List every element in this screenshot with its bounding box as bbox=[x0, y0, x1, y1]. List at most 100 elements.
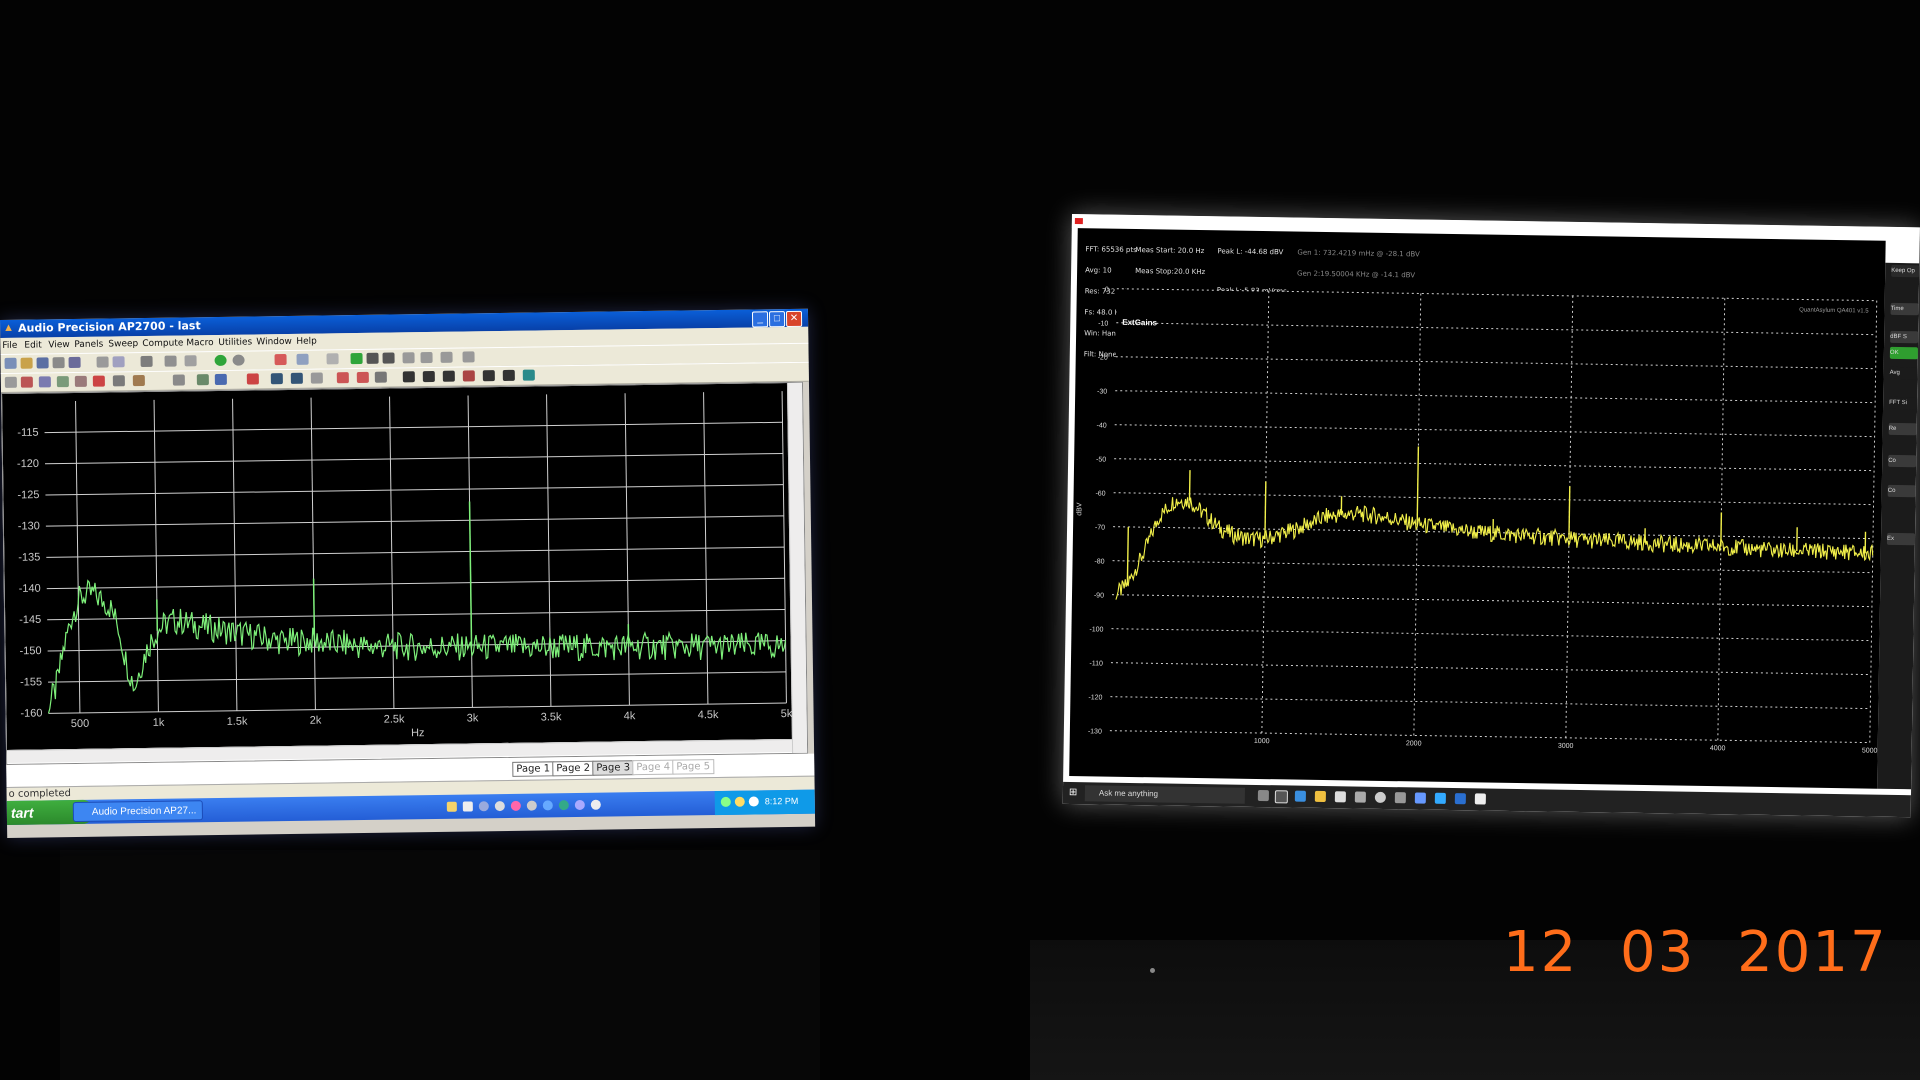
chart-icon[interactable] bbox=[296, 353, 309, 365]
run-button[interactable]: Re bbox=[1888, 422, 1917, 436]
edge-icon[interactable] bbox=[558, 800, 569, 811]
maximize-button[interactable]: □ bbox=[768, 311, 786, 328]
tab-page-5[interactable]: Page 5 bbox=[672, 759, 715, 775]
tool-icon[interactable] bbox=[1394, 792, 1406, 804]
menu-macro[interactable]: Macro bbox=[186, 338, 213, 348]
sweep-icon[interactable] bbox=[74, 375, 87, 387]
file-explorer-icon[interactable] bbox=[1314, 790, 1326, 803]
export-button[interactable]: Ex bbox=[1886, 532, 1916, 546]
menu-panels[interactable]: Panels bbox=[74, 340, 103, 350]
cortana-search-box[interactable]: Ask me anything bbox=[1084, 785, 1246, 804]
paint-icon[interactable] bbox=[510, 800, 521, 811]
store-icon[interactable] bbox=[1334, 791, 1346, 803]
avg-knob-label[interactable]: Avg bbox=[1889, 366, 1918, 380]
menu-window[interactable]: Window bbox=[256, 337, 292, 347]
config-button[interactable]: Co bbox=[1888, 454, 1917, 468]
photos-icon[interactable] bbox=[1434, 792, 1446, 804]
dsp-icon[interactable] bbox=[132, 374, 145, 387]
tab-page-3[interactable]: Page 3 bbox=[592, 760, 635, 776]
play-icon[interactable] bbox=[350, 352, 363, 365]
red-graph-icon[interactable] bbox=[462, 370, 475, 382]
tree-icon[interactable] bbox=[196, 374, 209, 386]
graph-icon[interactable] bbox=[172, 374, 185, 386]
stop-icon[interactable] bbox=[382, 352, 395, 364]
ok-indicator[interactable]: OK bbox=[1889, 346, 1919, 360]
dbfs-button[interactable]: dBF S bbox=[1890, 330, 1919, 344]
black-graph3-icon[interactable] bbox=[442, 370, 455, 382]
app-blue-icon[interactable] bbox=[1414, 792, 1426, 804]
menu-edit[interactable]: Edit bbox=[24, 340, 42, 350]
network-tray-icon[interactable] bbox=[720, 796, 731, 807]
pause-icon[interactable] bbox=[366, 352, 379, 364]
scope-icon[interactable] bbox=[356, 371, 369, 384]
document-app-icon[interactable] bbox=[1474, 793, 1486, 805]
camera-icon[interactable] bbox=[590, 799, 601, 810]
keep-op-button[interactable]: Keep Op bbox=[1891, 264, 1920, 278]
settings-app-icon[interactable] bbox=[1354, 791, 1366, 803]
digital-icon[interactable] bbox=[112, 375, 125, 387]
minimize-button[interactable]: _ bbox=[751, 311, 769, 328]
go-icon[interactable] bbox=[214, 354, 227, 367]
stop-circle-icon[interactable] bbox=[232, 354, 245, 366]
export-icon[interactable] bbox=[374, 371, 387, 383]
black-graph4-icon[interactable] bbox=[482, 370, 495, 382]
disk-icon[interactable] bbox=[68, 356, 81, 369]
edge-browser-icon[interactable] bbox=[1294, 790, 1306, 802]
mic-icon[interactable] bbox=[1257, 789, 1269, 802]
open-icon[interactable] bbox=[20, 357, 33, 369]
save-icon[interactable] bbox=[36, 357, 49, 369]
menu-utilities[interactable]: Utilities bbox=[218, 337, 252, 347]
black-graph-icon[interactable] bbox=[402, 371, 415, 383]
windows-icon[interactable]: ⊞ bbox=[1069, 787, 1080, 798]
folder-icon[interactable] bbox=[446, 801, 457, 812]
paste-icon[interactable] bbox=[164, 355, 177, 367]
upload-icon[interactable] bbox=[290, 372, 303, 384]
clipboard-icon[interactable] bbox=[184, 355, 197, 367]
taskbar-item-audio-precision[interactable]: Audio Precision AP27... bbox=[72, 800, 204, 823]
media-icon[interactable] bbox=[478, 801, 489, 812]
settings-icon[interactable] bbox=[326, 353, 339, 365]
chrome-browser-icon[interactable] bbox=[1374, 791, 1386, 804]
ie-icon[interactable] bbox=[542, 800, 553, 811]
document-icon[interactable] bbox=[462, 801, 473, 812]
black-graph2-icon[interactable] bbox=[422, 370, 435, 383]
menu-file[interactable]: File bbox=[2, 341, 17, 351]
download-icon[interactable] bbox=[270, 373, 283, 385]
flag-icon[interactable] bbox=[246, 373, 259, 385]
macro-icon[interactable] bbox=[440, 351, 453, 363]
tab-page-4[interactable]: Page 4 bbox=[632, 759, 675, 776]
clock-tray-icon[interactable] bbox=[748, 796, 759, 807]
list-icon[interactable] bbox=[310, 372, 323, 384]
waveform-app-icon[interactable] bbox=[1454, 793, 1466, 805]
undo-icon[interactable] bbox=[140, 355, 153, 368]
volume-tray-icon[interactable] bbox=[734, 796, 745, 807]
link-icon[interactable] bbox=[420, 351, 433, 364]
tab-page-2[interactable]: Page 2 bbox=[552, 760, 595, 777]
tools-icon[interactable] bbox=[462, 351, 475, 363]
copy-icon[interactable] bbox=[112, 356, 125, 368]
config2-button[interactable]: Co bbox=[1887, 484, 1916, 498]
menu-sweep[interactable]: Sweep bbox=[108, 339, 138, 349]
new-icon[interactable] bbox=[4, 357, 17, 369]
time-button[interactable]: Time bbox=[1890, 302, 1919, 316]
analyzer-icon[interactable] bbox=[38, 376, 51, 388]
menu-view[interactable]: View bbox=[48, 340, 69, 350]
network-icon[interactable] bbox=[214, 373, 227, 386]
switcher-icon[interactable] bbox=[56, 376, 69, 388]
spectrum-icon[interactable] bbox=[336, 372, 349, 384]
tab-page-1[interactable]: Page 1 bbox=[512, 761, 555, 777]
panel-icon[interactable] bbox=[4, 376, 17, 388]
print-icon[interactable] bbox=[52, 357, 65, 369]
shield-icon[interactable] bbox=[574, 799, 585, 811]
teal-graph-icon[interactable] bbox=[522, 369, 535, 381]
black-graph5-icon[interactable] bbox=[502, 369, 515, 381]
app-icon[interactable] bbox=[494, 800, 505, 812]
chrome-icon[interactable] bbox=[526, 800, 537, 811]
cut-icon[interactable] bbox=[96, 356, 109, 368]
menu-compute[interactable]: Compute bbox=[142, 338, 183, 349]
fft-size-label[interactable]: FFT Si bbox=[1889, 396, 1918, 410]
record-icon[interactable] bbox=[92, 375, 105, 387]
close-button[interactable]: ✕ bbox=[785, 310, 803, 328]
generator-icon[interactable] bbox=[20, 376, 33, 388]
hand-icon[interactable] bbox=[402, 352, 415, 364]
